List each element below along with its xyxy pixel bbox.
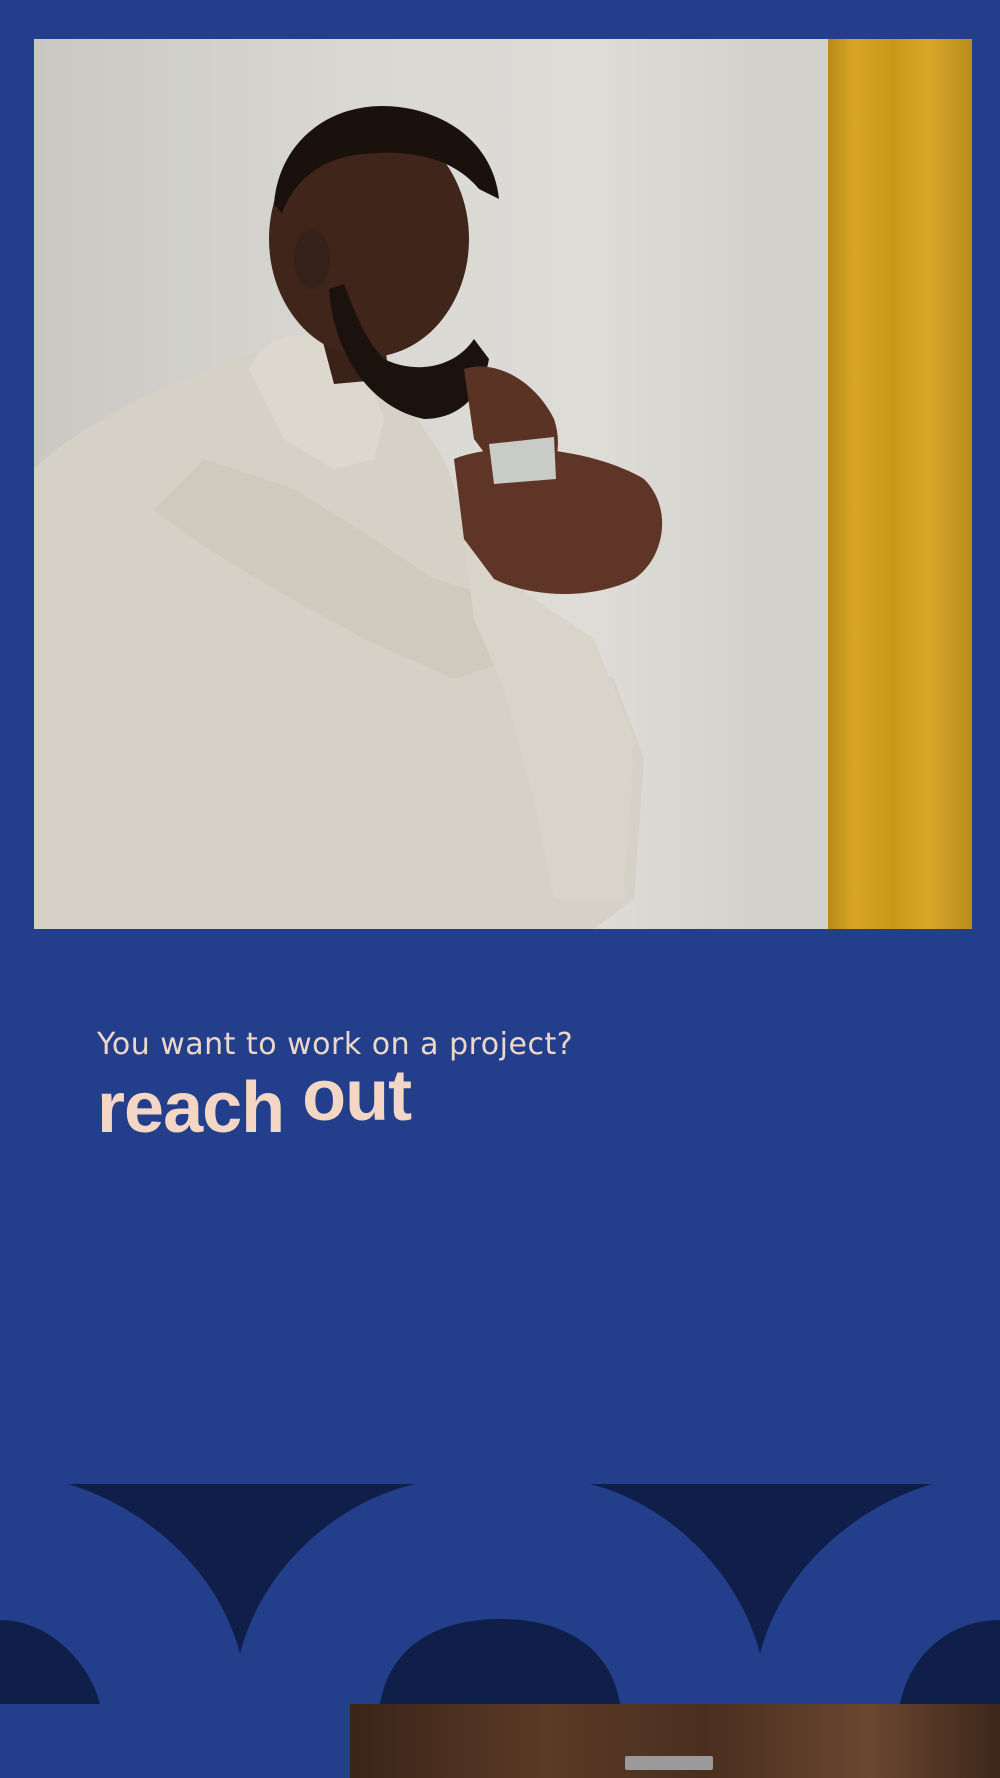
cta-word-out: out (302, 1056, 412, 1136)
next-section-photo (350, 1704, 1000, 1778)
page: You want to work on a project? reach out (0, 0, 1000, 1778)
contact-intro: You want to work on a project? reach out (97, 1022, 797, 1148)
person-on-phone-illustration (34, 105, 663, 929)
reach-out-link[interactable]: reach out (97, 1056, 797, 1148)
photo-device (625, 1756, 713, 1770)
hero-curtain (828, 39, 972, 929)
project-question: You want to work on a project? (97, 1027, 574, 1062)
cup (489, 437, 556, 484)
decorative-arches-band (0, 1484, 1000, 1704)
ear (294, 229, 330, 289)
cta-word-reach: reach (97, 1068, 285, 1148)
hero-photo (34, 39, 972, 929)
